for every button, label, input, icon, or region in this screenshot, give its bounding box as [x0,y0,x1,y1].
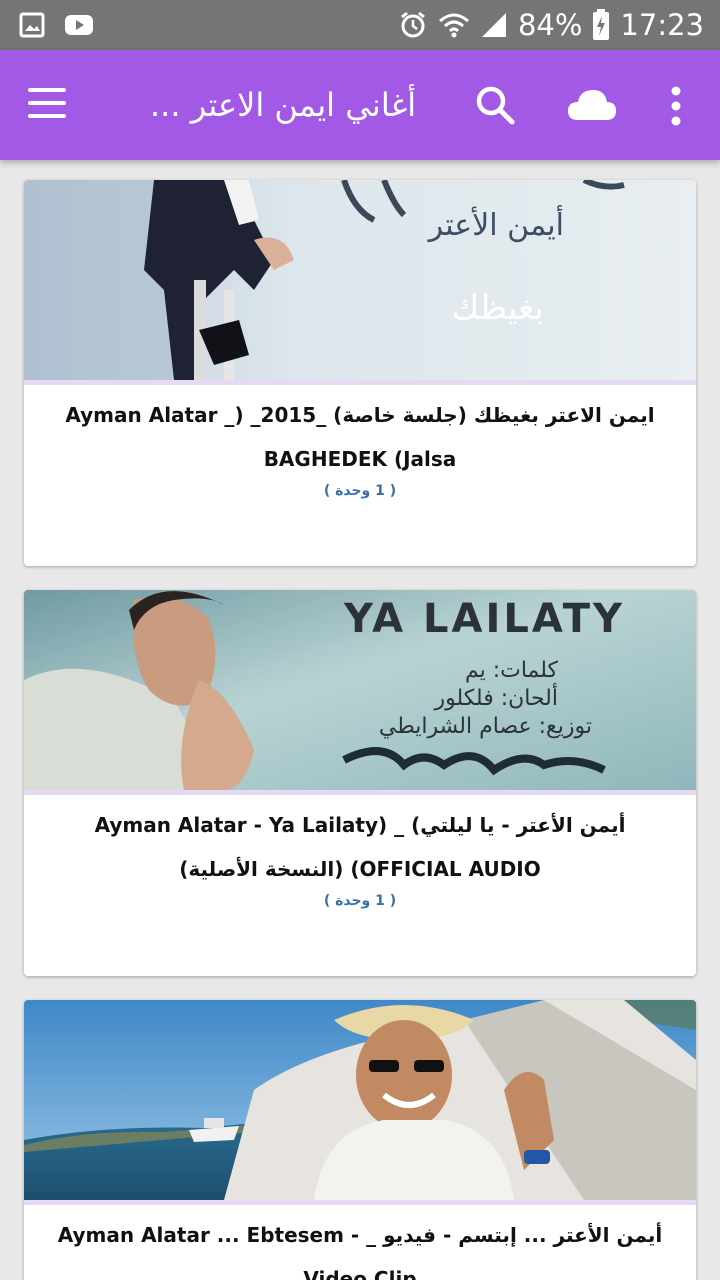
search-icon[interactable] [474,84,516,126]
wifi-icon [438,11,470,39]
signal-icon [480,11,508,39]
video-thumbnail[interactable]: YA LAILATY كلمات: يم ألحان: فلكلور توزيع… [24,590,696,790]
battery-charging-icon [592,9,610,41]
video-title[interactable]: أيمن الأعتر ... إبتسم - فيديو _ Ayman Al… [24,1205,696,1280]
thumb-caption: ألحان: فلكلور [434,686,558,711]
thumb-caption: توزيع: عصام الشرايطي [378,714,592,739]
thumb-caption: أيمن الأعتر [428,208,564,243]
thumb-caption: بغيظك [451,288,544,328]
cloud-icon[interactable] [566,86,618,126]
youtube-icon [64,11,94,39]
app-bar: أغاني ايمن الاعتر ... [0,50,720,160]
video-thumbnail[interactable]: أيمن الأعتر بغيظك [24,180,696,380]
alarm-icon [398,10,428,40]
video-title[interactable]: ايمن الاعتر بغيظك (جلسة خاصة) _2015_ (Ay… [24,385,696,481]
more-vert-icon[interactable] [666,86,686,126]
thumb-heading: YA LAILATY [344,596,625,642]
item-count: ( 1 وحدة ) [323,483,397,499]
video-thumbnail[interactable] [24,1000,696,1200]
video-card[interactable]: أيمن الأعتر ... إبتسم - فيديو _ Ayman Al… [24,1000,696,1280]
video-card[interactable]: أيمن الأعتر بغيظك ايمن الاعتر بغيظك (جلس… [24,180,696,566]
page-title: أغاني ايمن الاعتر ... [150,86,417,124]
battery-percent: 84% [517,8,583,42]
status-bar: 84% 17:23 [0,0,720,50]
video-card[interactable]: YA LAILATY كلمات: يم ألحان: فلكلور توزيع… [24,590,696,976]
gallery-icon [18,11,46,39]
item-count: ( 1 وحدة ) [323,893,397,909]
video-list: أيمن الأعتر بغيظك ايمن الاعتر بغيظك (جلس… [0,160,720,1280]
clock: 17:23 [620,8,704,42]
thumb-caption: كلمات: يم [464,658,558,683]
video-title[interactable]: أيمن الأعتر - يا ليلتي) _ (Ayman Alatar … [24,795,696,891]
menu-icon[interactable] [28,88,68,120]
